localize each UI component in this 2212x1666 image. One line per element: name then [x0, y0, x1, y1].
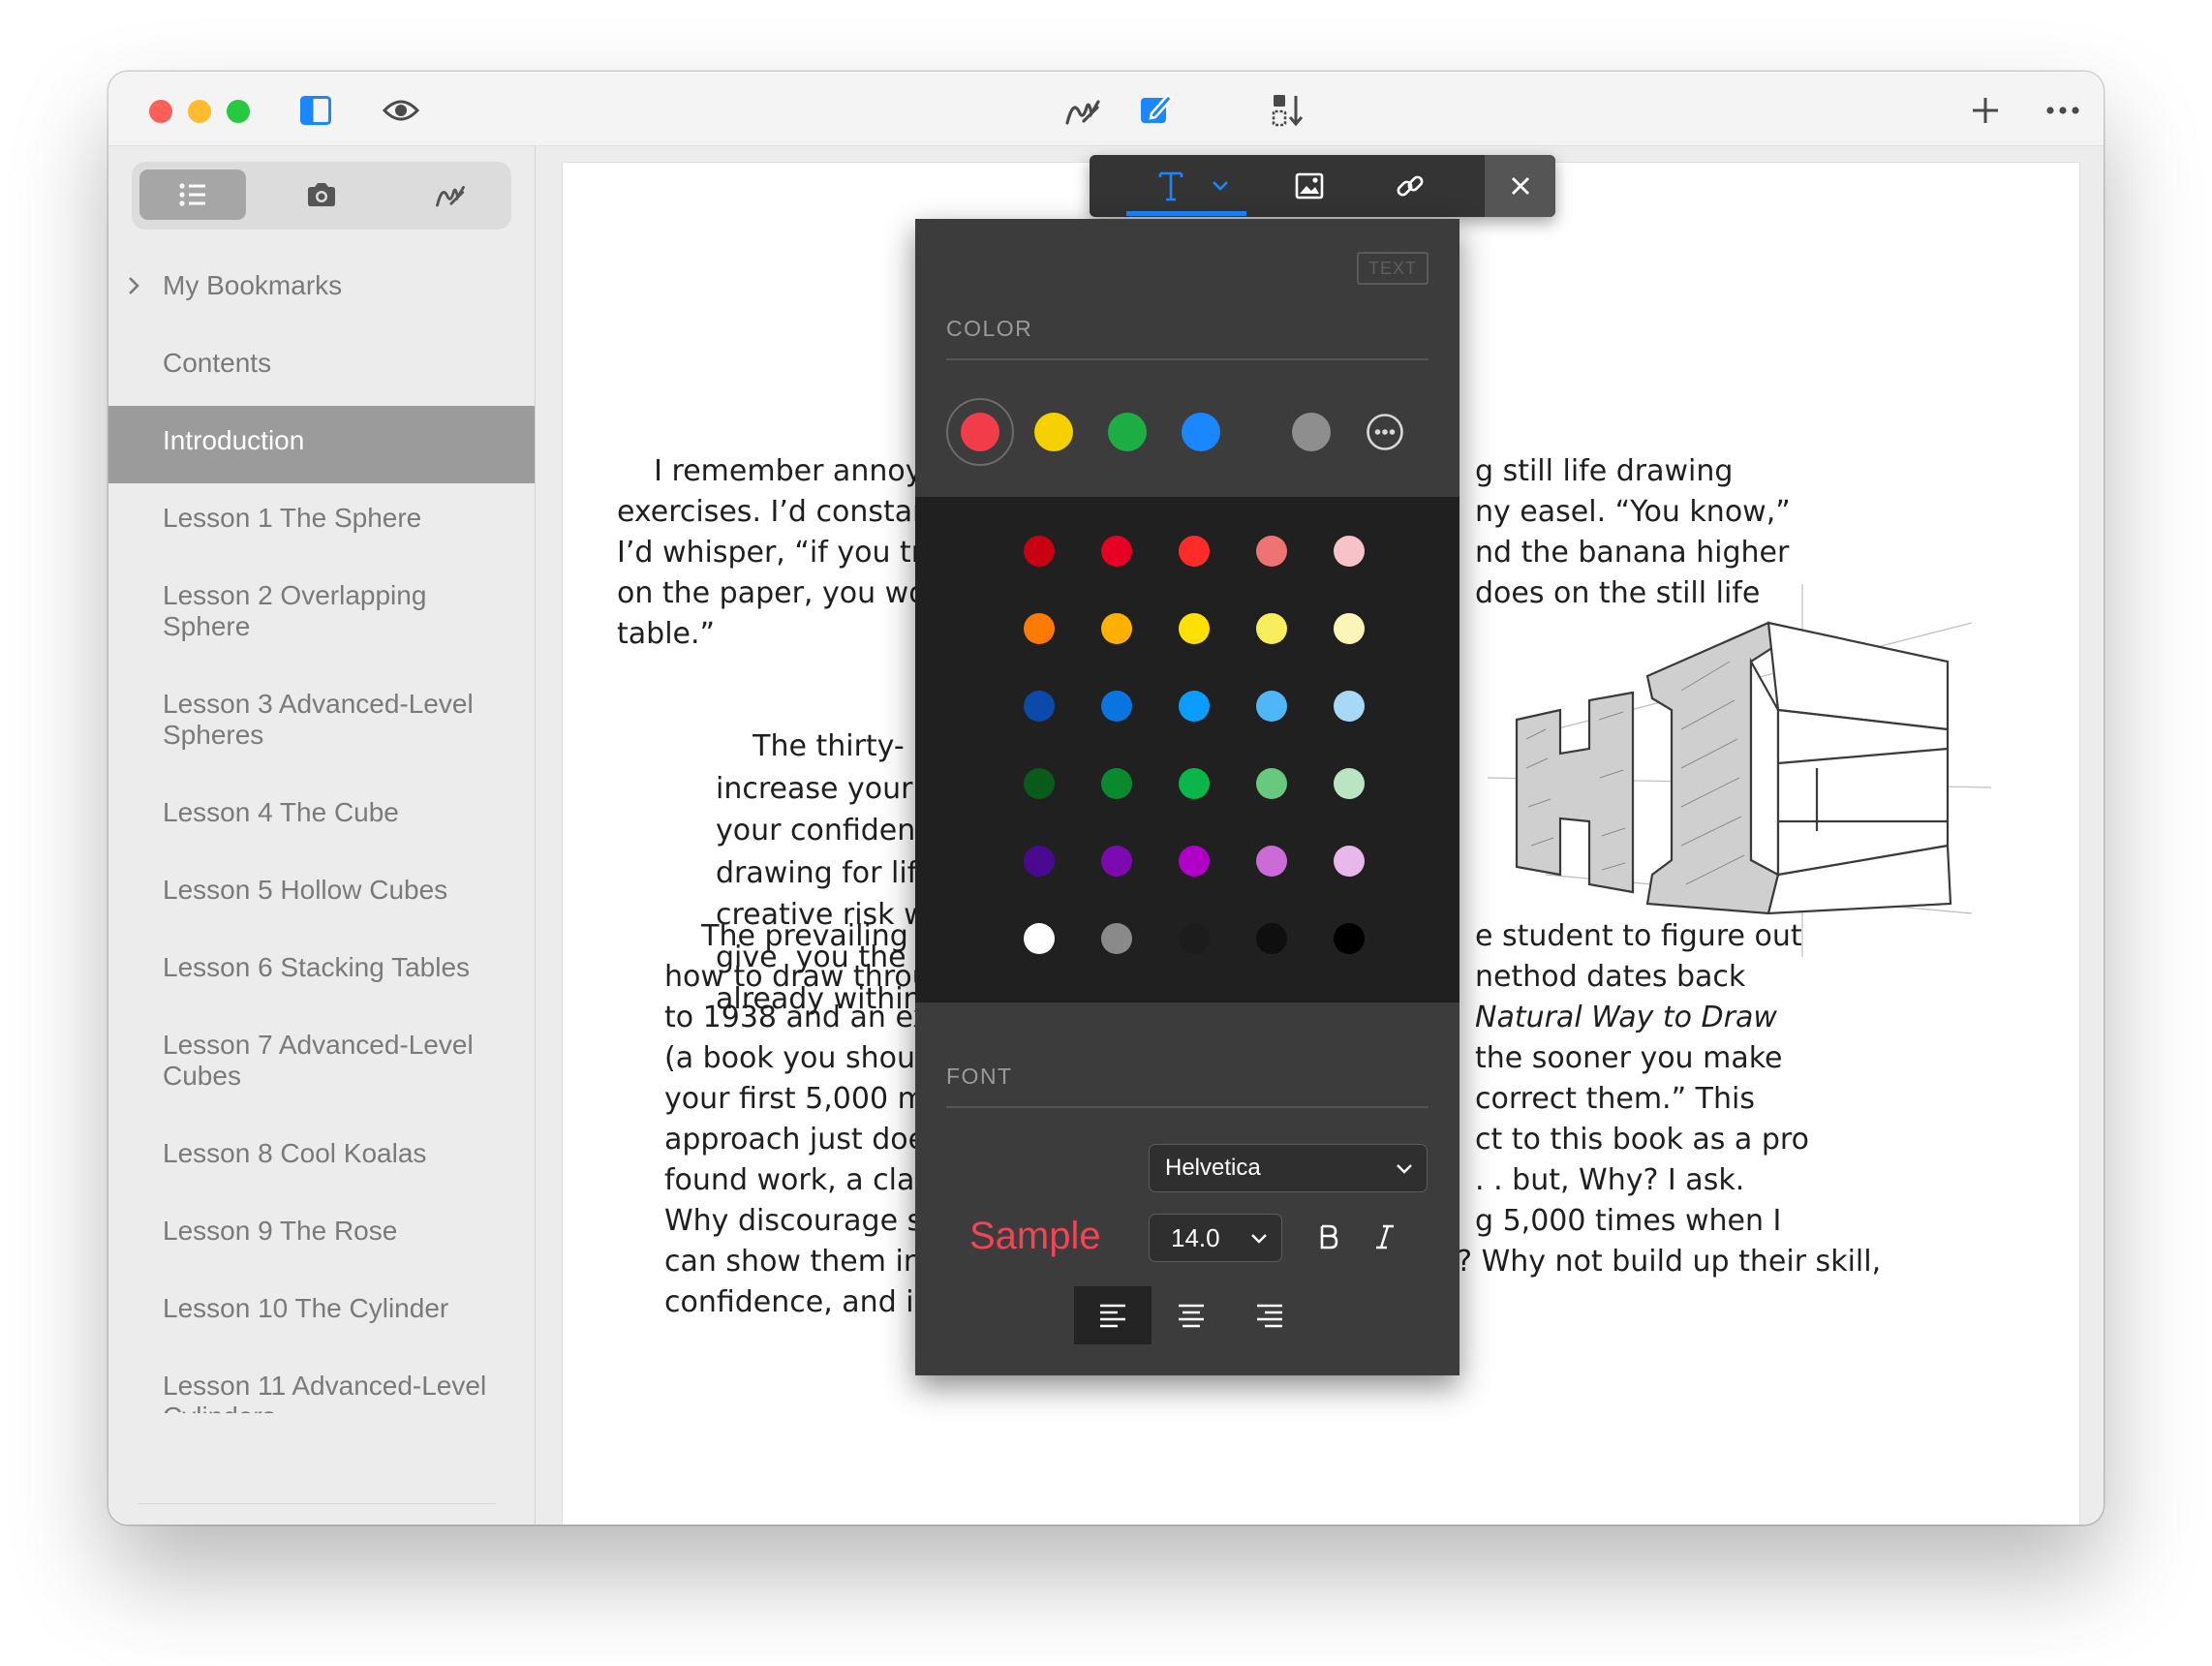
- chevron-down-icon[interactable]: [1204, 155, 1237, 217]
- palette-swatch[interactable]: [1024, 846, 1055, 877]
- palette-swatch[interactable]: [1024, 536, 1055, 567]
- font-section-label: FONT: [946, 1064, 1013, 1089]
- align-center-icon[interactable]: [1152, 1286, 1230, 1344]
- close-window-button[interactable]: [149, 100, 172, 123]
- font-size-select[interactable]: 14.0: [1149, 1214, 1282, 1262]
- bold-icon[interactable]: [1309, 1218, 1348, 1256]
- palette-swatch[interactable]: [1179, 691, 1210, 722]
- font-sample-preview: Sample: [969, 1215, 1101, 1257]
- sidebar-item-lesson-11[interactable]: Lesson 11 Advanced-Level Cylinders: [108, 1351, 535, 1413]
- italic-icon[interactable]: [1366, 1218, 1404, 1256]
- plus-icon[interactable]: [1966, 91, 2005, 130]
- text-badge: TEXT: [1357, 252, 1429, 285]
- chevron-down-icon: [1396, 1155, 1413, 1182]
- sidebar-mode-segmented-control: [132, 162, 511, 230]
- align-right-icon[interactable]: [1231, 1286, 1308, 1344]
- sidebar-item-lesson-7[interactable]: Lesson 7 Advanced-Level Cubes: [108, 1010, 535, 1119]
- list-icon[interactable]: [139, 170, 246, 220]
- sidebar-item-lesson-4[interactable]: Lesson 4 The Cube: [108, 778, 535, 855]
- palette-swatch[interactable]: [1024, 768, 1055, 799]
- palette-swatch[interactable]: [1179, 846, 1210, 877]
- eye-icon[interactable]: [378, 91, 424, 130]
- color-swatch-gray[interactable]: [1292, 413, 1331, 451]
- palette-swatch[interactable]: [1256, 691, 1287, 722]
- palette-swatch[interactable]: [1334, 923, 1365, 954]
- sidebar-item-lesson-1[interactable]: Lesson 1 The Sphere: [108, 483, 535, 561]
- sidebar-item-introduction[interactable]: Introduction: [108, 406, 535, 483]
- link-icon[interactable]: [1386, 155, 1434, 217]
- palette-swatch[interactable]: [1101, 536, 1132, 567]
- sidebar-item-lesson-3[interactable]: Lesson 3 Advanced-Level Spheres: [108, 669, 535, 778]
- font-family-value: Helvetica: [1165, 1155, 1261, 1181]
- sidebar-item-lesson-9[interactable]: Lesson 9 The Rose: [108, 1196, 535, 1274]
- palette-swatch[interactable]: [1256, 846, 1287, 877]
- font-family-select[interactable]: Helvetica: [1149, 1144, 1428, 1192]
- sidebar: My Bookmarks Contents Introduction Lesso…: [108, 146, 536, 1525]
- font-section-divider: [946, 1106, 1429, 1108]
- palette-swatch[interactable]: [1101, 923, 1132, 954]
- sidebar-item-bookmarks[interactable]: My Bookmarks: [108, 251, 535, 328]
- signature-icon[interactable]: [1061, 89, 1104, 132]
- annotation-toolbar: [1090, 155, 1555, 217]
- palette-swatch[interactable]: [1334, 691, 1365, 722]
- palette-swatch[interactable]: [1024, 613, 1055, 644]
- color-swatch-blue[interactable]: [1182, 413, 1220, 451]
- chevron-down-icon: [1250, 1224, 1268, 1251]
- palette-swatch[interactable]: [1101, 613, 1132, 644]
- palette-swatch[interactable]: [1256, 768, 1287, 799]
- edit-note-icon[interactable]: [1135, 87, 1178, 130]
- sidebar-item-lesson-2[interactable]: Lesson 2 Overlapping Sphere: [108, 561, 535, 669]
- palette-swatch[interactable]: [1179, 768, 1210, 799]
- more-icon[interactable]: [2042, 91, 2084, 130]
- align-left-icon[interactable]: [1074, 1286, 1152, 1344]
- sidebar-item-lesson-5[interactable]: Lesson 5 Hollow Cubes: [108, 855, 535, 933]
- sidebar-item-lesson-6[interactable]: Lesson 6 Stacking Tables: [108, 933, 535, 1010]
- palette-swatch[interactable]: [1101, 691, 1132, 722]
- font-size-value: 14.0: [1171, 1222, 1220, 1252]
- sidebar-footer-divider: [138, 1503, 496, 1504]
- signature-icon[interactable]: [397, 170, 504, 220]
- close-icon[interactable]: [1485, 155, 1555, 217]
- color-section-label: COLOR: [946, 316, 1033, 341]
- color-palette-grid: [915, 497, 1459, 1003]
- more-colors-icon[interactable]: [1366, 413, 1404, 451]
- sidebar-item-lesson-8[interactable]: Lesson 8 Cool Koalas: [108, 1119, 535, 1196]
- color-swatch-yellow[interactable]: [1034, 413, 1073, 451]
- palette-swatch[interactable]: [1334, 536, 1365, 567]
- minimize-window-button[interactable]: [188, 100, 211, 123]
- camera-icon[interactable]: [268, 170, 375, 220]
- active-tool-indicator: [1126, 211, 1246, 216]
- palette-swatch[interactable]: [1334, 846, 1365, 877]
- palette-swatch[interactable]: [1101, 846, 1132, 877]
- palette-swatch[interactable]: [1256, 923, 1287, 954]
- chevron-right-icon[interactable]: [126, 272, 141, 303]
- color-swatch-green[interactable]: [1108, 413, 1147, 451]
- image-icon[interactable]: [1285, 155, 1334, 217]
- palette-swatch[interactable]: [1179, 923, 1210, 954]
- palette-swatch[interactable]: [1334, 768, 1365, 799]
- palette-swatch[interactable]: [1256, 613, 1287, 644]
- palette-swatch[interactable]: [1334, 613, 1365, 644]
- palette-swatch[interactable]: [1024, 691, 1055, 722]
- sidebar-item-contents[interactable]: Contents: [108, 328, 535, 406]
- zoom-window-button[interactable]: [227, 100, 250, 123]
- palette-swatch[interactable]: [1101, 768, 1132, 799]
- sort-icon[interactable]: [1267, 89, 1309, 132]
- sidebar-item-lesson-10[interactable]: Lesson 10 The Cylinder: [108, 1274, 535, 1351]
- palette-swatch[interactable]: [1024, 923, 1055, 954]
- palette-swatch[interactable]: [1179, 536, 1210, 567]
- color-swatch-red[interactable]: [961, 413, 999, 451]
- palette-swatch[interactable]: [1179, 613, 1210, 644]
- color-section-divider: [946, 358, 1429, 360]
- table-of-contents: My Bookmarks Contents Introduction Lesso…: [108, 251, 535, 1413]
- text-icon[interactable]: [1150, 155, 1192, 217]
- text-style-panel: TEXT COLOR FONT Helvetica Sample 14.0: [915, 219, 1459, 1375]
- sidebar-toggle-icon[interactable]: [296, 91, 335, 130]
- title-bar: [108, 72, 2104, 146]
- palette-swatch[interactable]: [1256, 536, 1287, 567]
